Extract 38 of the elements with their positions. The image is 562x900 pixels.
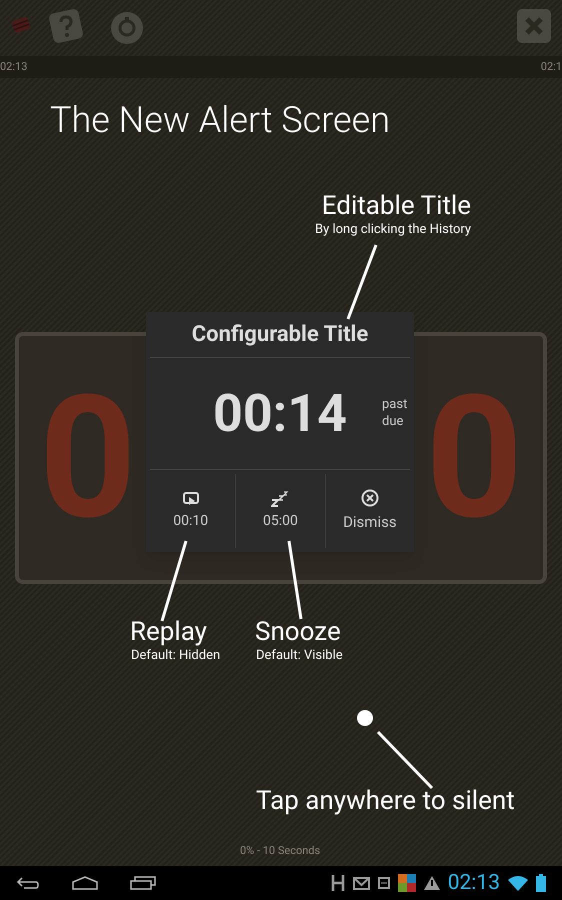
home-icon[interactable] [72, 876, 98, 890]
alert-title: Configurable Title [192, 321, 368, 349]
annotation-label: Replay [130, 616, 207, 648]
annotation-note: Default: Visible [256, 648, 343, 664]
mail-icon [352, 876, 370, 890]
warning-icon [424, 876, 440, 890]
past-due-label: past [382, 396, 408, 413]
elapsed-time: 00:14 [213, 382, 347, 446]
time-label: 02:13 [0, 58, 28, 75]
stopwatch-icon [109, 9, 145, 45]
replay-icon [182, 490, 199, 506]
clock-digit: 0 [39, 368, 137, 548]
close-icon [360, 488, 379, 507]
close-icon [516, 8, 552, 44]
past-due-label: due [382, 413, 404, 430]
back-icon[interactable] [16, 876, 40, 890]
app-icon [398, 874, 416, 892]
help-icon [48, 8, 84, 44]
annotation-label: Editable Title [322, 190, 472, 222]
wifi-icon [508, 875, 528, 891]
time-label: 02:1 [540, 58, 562, 75]
tap-dot [357, 710, 373, 726]
recent-apps-icon[interactable] [130, 876, 156, 890]
snooze-button[interactable]: 05:00 [235, 474, 325, 548]
annotation-note: Default: Hidden [131, 648, 220, 664]
dismiss-button[interactable]: Dismiss [324, 474, 414, 548]
clock-digit: 0 [425, 368, 523, 548]
sleep-icon [271, 490, 290, 506]
calendar-icon [378, 877, 390, 889]
annotation-label: Snooze [255, 616, 341, 648]
heading: The New Alert Screen [50, 98, 390, 142]
battery-icon [536, 874, 546, 892]
annotation-label: Tap anywhere to silent [256, 785, 515, 817]
annotation-note: By long clicking the History [315, 222, 472, 238]
clock-time: 02:13 [448, 871, 500, 895]
progress-text: 0% - 10 Seconds [240, 843, 320, 859]
replay-button[interactable]: 00:10 [146, 474, 236, 548]
leader-line [376, 730, 434, 790]
